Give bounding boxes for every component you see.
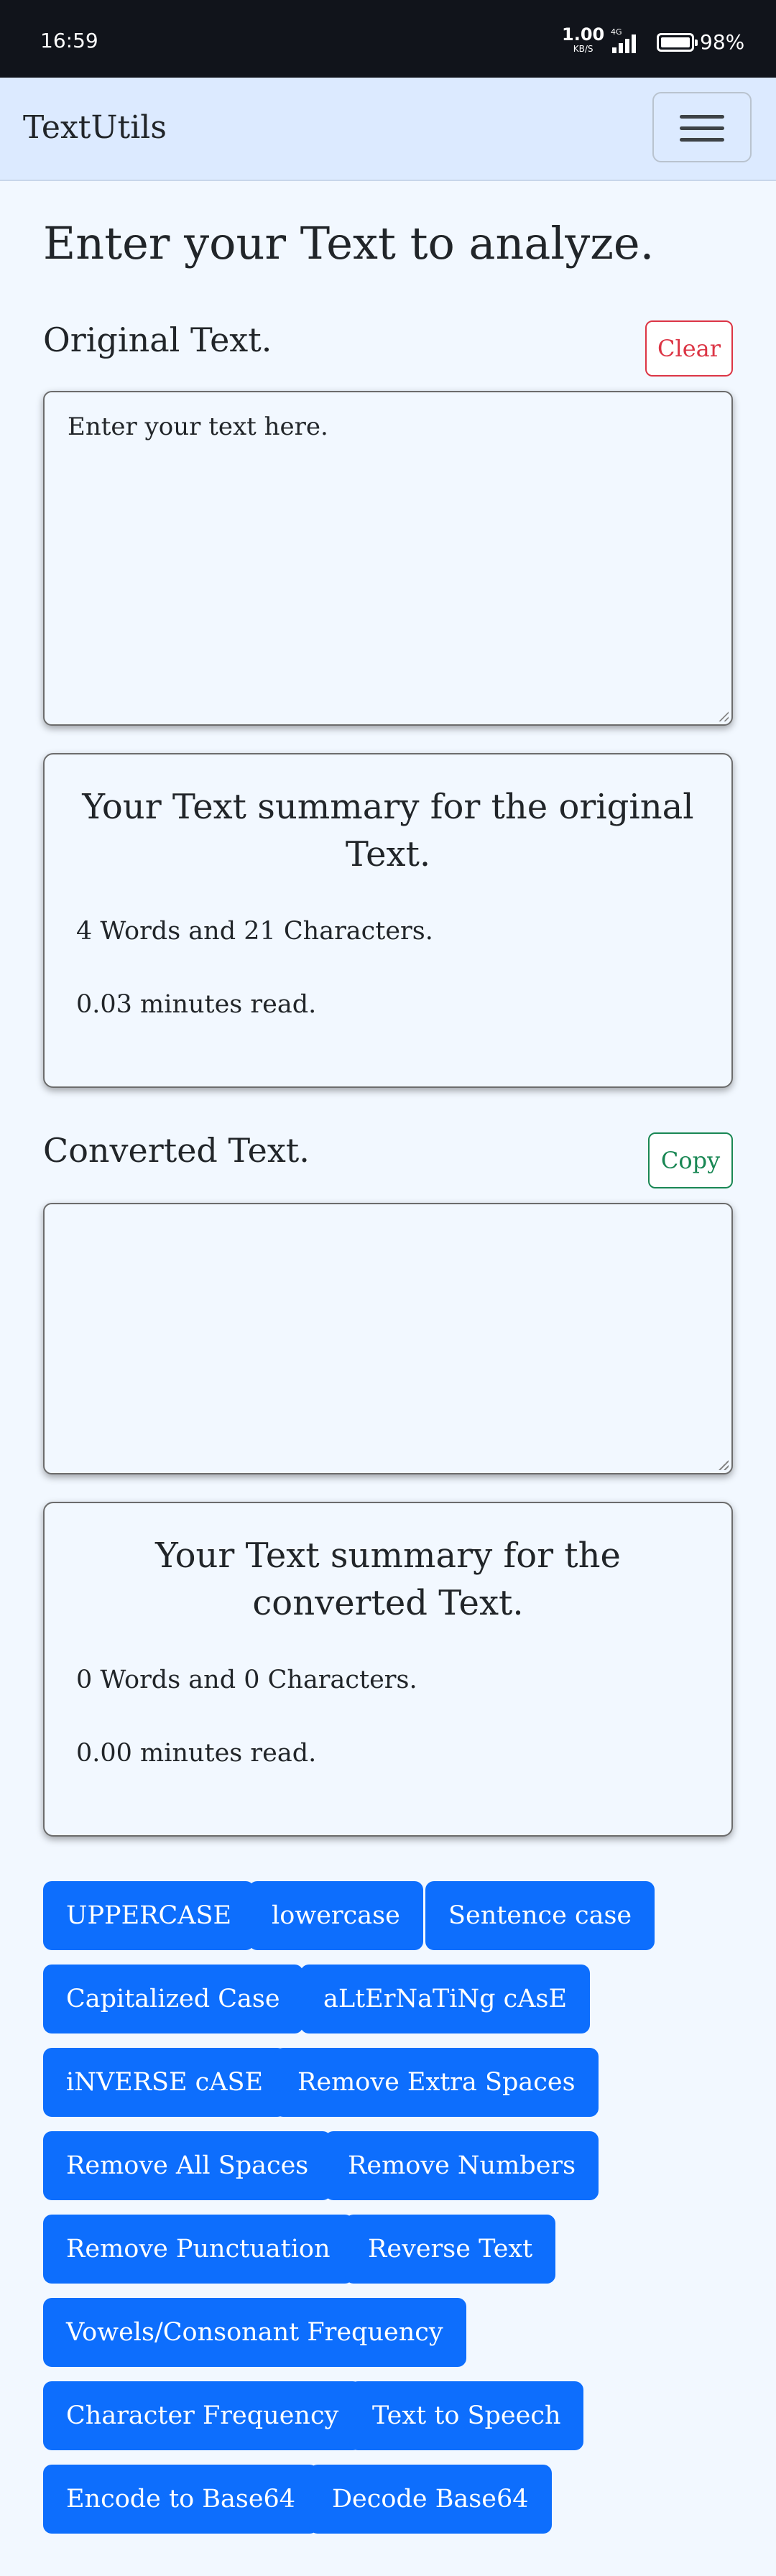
character-frequency-button[interactable]: Character Frequency — [43, 2381, 362, 2450]
original-word-count: 4 Words and 21 Characters. — [76, 917, 433, 946]
sentence-case-button[interactable]: Sentence case — [425, 1881, 655, 1950]
remove-numbers-button[interactable]: Remove Numbers — [325, 2131, 599, 2200]
decode-base64-button[interactable]: Decode Base64 — [309, 2465, 552, 2534]
battery-icon — [657, 33, 698, 52]
converted-summary-card: Your Text summary for the converted Text… — [43, 1502, 733, 1837]
converted-word-count: 0 Words and 0 Characters. — [76, 1666, 417, 1694]
status-time: 16:59 — [40, 29, 98, 52]
converted-summary-title: Your Text summary for the converted Text… — [155, 1536, 621, 1623]
original-read-time: 0.03 minutes read. — [76, 990, 317, 1019]
original-summary-card: Your Text summary for the original Text.… — [43, 753, 733, 1088]
original-text-label: Original Text. — [43, 320, 272, 359]
hamburger-menu-icon — [680, 115, 724, 119]
remove-all-spaces-button[interactable]: Remove All Spaces — [43, 2131, 332, 2200]
uppercase-button[interactable]: UPPERCASE — [43, 1881, 255, 1950]
reverse-text-button[interactable]: Reverse Text — [345, 2215, 556, 2284]
navbar: TextUtils — [0, 78, 776, 181]
remove-extra-spaces-button[interactable]: Remove Extra Spaces — [274, 2048, 599, 2117]
clear-button[interactable]: Clear — [645, 320, 733, 377]
converted-text-output[interactable] — [43, 1203, 733, 1474]
resize-handle[interactable] — [719, 1460, 729, 1470]
status-bar: 16:59 1.00 KB/S 4G 98% — [0, 0, 776, 78]
page-title: Enter your Text to analyze. — [43, 217, 655, 269]
original-text-placeholder: Enter your text here. — [68, 412, 328, 441]
inverse-case-button[interactable]: iNVERSE cASE — [43, 2048, 287, 2117]
original-summary-title: Your Text summary for the original Text. — [82, 787, 694, 874]
svg-text:4G: 4G — [611, 27, 622, 37]
hamburger-menu-button[interactable] — [652, 92, 752, 162]
original-text-input[interactable]: Enter your text here. — [43, 391, 733, 726]
vowels-consonant-frequency-button[interactable]: Vowels/Consonant Frequency — [43, 2298, 466, 2367]
brand-link[interactable]: TextUtils — [23, 109, 167, 146]
capitalized-case-button[interactable]: Capitalized Case — [43, 1965, 303, 2033]
converted-text-label: Converted Text. — [43, 1131, 310, 1170]
lowercase-button[interactable]: lowercase — [249, 1881, 423, 1950]
converted-read-time: 0.00 minutes read. — [76, 1739, 317, 1768]
copy-button[interactable]: Copy — [648, 1132, 733, 1188]
encode-base64-button[interactable]: Encode to Base64 — [43, 2465, 319, 2534]
battery-percent: 98% — [700, 30, 745, 54]
alternating-case-button[interactable]: aLtErNaTiNg cAsE — [300, 1965, 591, 2033]
resize-handle[interactable] — [719, 711, 729, 721]
network-speed: 1.00 KB/S — [562, 24, 605, 54]
remove-punctuation-button[interactable]: Remove Punctuation — [43, 2215, 354, 2284]
text-to-speech-button[interactable]: Text to Speech — [349, 2381, 584, 2450]
signal-icon: 4G — [611, 27, 636, 53]
